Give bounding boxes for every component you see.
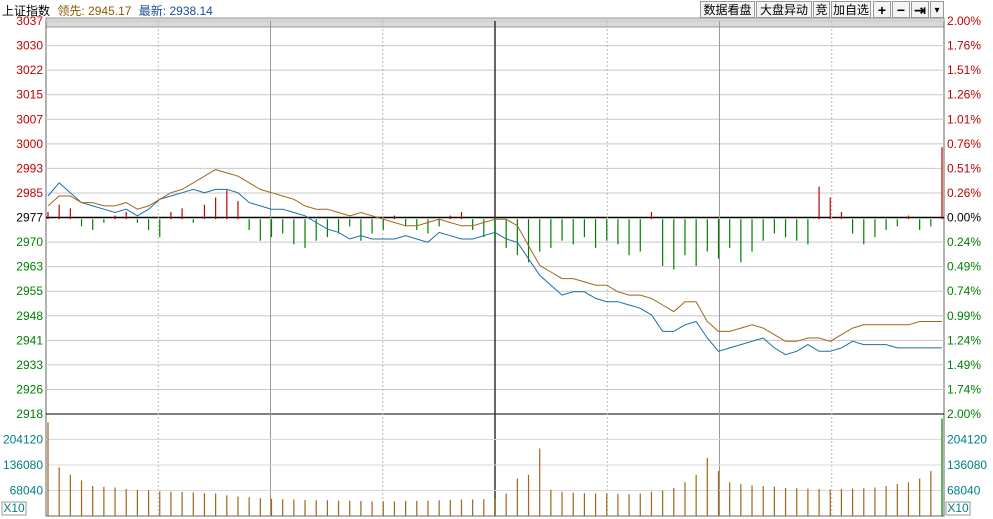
percent-tick-label: 0.76% — [947, 137, 981, 151]
volume-unit-label: X10 — [947, 501, 969, 515]
percent-tick-label: 1.49% — [947, 358, 981, 372]
price-tick-label: 3030 — [16, 39, 43, 53]
volume-tick-label: 136080 — [947, 458, 987, 472]
price-tick-label: 3037 — [16, 14, 43, 28]
volume-tick-label: 68040 — [10, 484, 44, 498]
percent-tick-label: 0.51% — [947, 161, 981, 175]
volume-tick-label: 136080 — [3, 458, 43, 472]
price-tick-label: 2948 — [16, 309, 43, 323]
price-tick-label: 2933 — [16, 358, 43, 372]
grid — [45, 17, 945, 517]
percent-tick-label: 0.26% — [947, 186, 981, 200]
percent-tick-label: 1.51% — [947, 63, 981, 77]
price-tick-label: 2970 — [16, 235, 43, 249]
price-tick-label: 2963 — [16, 260, 43, 274]
percent-tick-label: 0.74% — [947, 284, 981, 298]
price-tick-label: 2993 — [16, 161, 43, 175]
percent-tick-label: 0.99% — [947, 309, 981, 323]
volume-tick-label: 68040 — [947, 484, 981, 498]
price-tick-label: 2918 — [16, 407, 43, 421]
percent-tick-label: 2.00% — [947, 14, 981, 28]
percent-tick-label: 1.01% — [947, 112, 981, 126]
price-tick-label: 2985 — [16, 186, 43, 200]
percent-tick-label: 1.24% — [947, 333, 981, 347]
volume-unit-label: X10 — [3, 501, 25, 515]
price-tick-label: 3007 — [16, 112, 43, 126]
percent-tick-label: 0.49% — [947, 260, 981, 274]
price-tick-label: 2941 — [16, 333, 43, 347]
price-tick-label: 2955 — [16, 284, 43, 298]
percent-tick-label: 1.74% — [947, 382, 981, 396]
percent-tick-label: 0.24% — [947, 235, 981, 249]
percent-tick-label: 1.26% — [947, 88, 981, 102]
intraday-chart: 3037 2.00% 3030 1.76% 3022 1.51% 3015 1.26% 3007… — [1, 14, 987, 517]
percent-tick-label: 0.00% — [947, 211, 981, 225]
volume-tick-label: 204120 — [3, 433, 43, 447]
price-tick-label: 2977 — [16, 211, 43, 225]
price-tick-label: 3000 — [16, 137, 43, 151]
volume-tick-label: 204120 — [947, 433, 987, 447]
price-tick-label: 2926 — [16, 382, 43, 396]
price-tick-label: 3015 — [16, 88, 43, 102]
percent-tick-label: 1.76% — [947, 39, 981, 53]
price-tick-label: 3022 — [16, 63, 43, 77]
percent-tick-label: 2.00% — [947, 407, 981, 421]
